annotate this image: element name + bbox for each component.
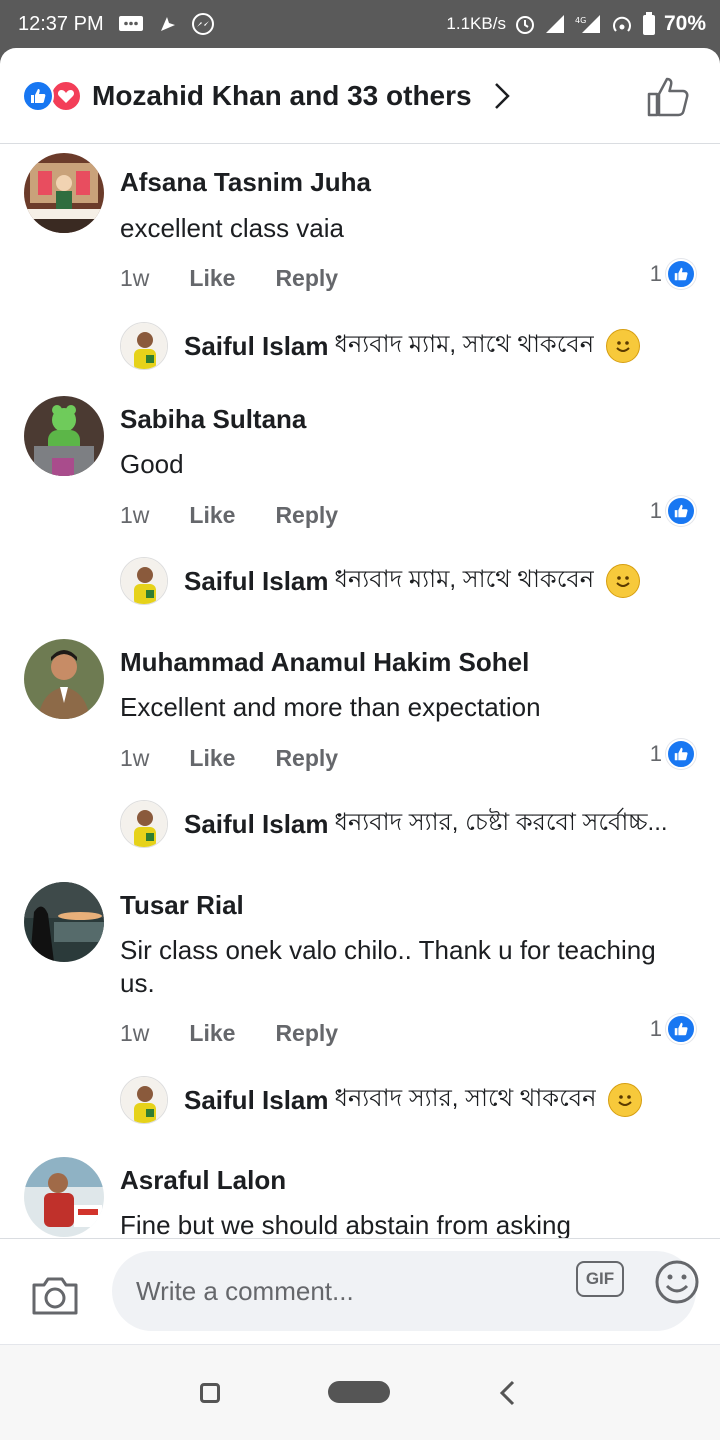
comment-actions: 1w Like Reply [120, 265, 338, 292]
gif-button[interactable]: GIF [576, 1261, 624, 1297]
reply-comment-button[interactable]: Reply [275, 265, 338, 292]
commenter-name[interactable]: Afsana Tasnim Juha [120, 167, 371, 198]
like-count-value: 1 [649, 1016, 662, 1041]
reply-author-name[interactable]: Saiful Islam [184, 566, 329, 597]
network-speed: 1.1KB/s [446, 14, 506, 33]
like-comment-button[interactable]: Like [189, 502, 235, 529]
status-time: 12:37 PM [18, 12, 104, 35]
like-post-button[interactable] [646, 76, 690, 123]
reply-text: ধন্যবাদ স্যার, চেষ্টা করবো সর্বোচ্চ... [334, 809, 668, 836]
comment-input-placeholder: Write a comment... [136, 1275, 354, 1306]
reply-item: Saiful Islam ধন্যবাদ স্যার, চেষ্টা করবো … [120, 799, 700, 849]
comment-time: 1w [120, 1020, 150, 1046]
like-comment-button[interactable]: Like [189, 265, 235, 292]
smiley-emoji-icon [606, 329, 641, 363]
smiley-emoji-icon [608, 1083, 643, 1117]
reply-item: Saiful Islam ধন্যবাদ ম্যাম, সাথে থাকবেন [120, 556, 700, 606]
comment-composer: Write a comment... GIF [0, 1238, 720, 1344]
comment-time: 1w [120, 502, 150, 528]
send-notification-icon [158, 14, 178, 34]
comments-list: Afsana Tasnim Juha excellent class vaia … [0, 145, 720, 1238]
like-badge-icon [666, 1014, 696, 1044]
reply-text: ধন্যবাদ ম্যাম, সাথে থাকবেন [334, 331, 595, 358]
avatar[interactable] [24, 153, 104, 233]
comment-actions: 1w Like Reply [120, 745, 338, 772]
reply-text: ধন্যবাদ ম্যাম, সাথে থাকবেন [334, 566, 595, 593]
reply-comment-button[interactable]: Reply [275, 502, 338, 529]
love-reaction-icon [50, 79, 82, 112]
reply-author-name[interactable]: Saiful Islam [184, 331, 329, 362]
commenter-name[interactable]: Muhammad Anamul Hakim Sohel [120, 647, 529, 678]
avatar[interactable] [24, 1157, 104, 1237]
like-badge-icon [666, 259, 696, 289]
like-count-value: 1 [649, 261, 662, 286]
reply-comment-button[interactable]: Reply [275, 1020, 338, 1047]
signal-4g-icon: 4G [574, 13, 602, 35]
reactions-summary[interactable]: Mozahid Khan and 33 others [0, 48, 720, 144]
camera-icon[interactable] [30, 1275, 80, 1322]
message-notification-icon [118, 14, 144, 34]
like-comment-button[interactable]: Like [189, 745, 235, 772]
reply-item: Saiful Islam ধন্যবাদ স্যার, সাথে থাকবেন [120, 1075, 700, 1125]
reply-author-name[interactable]: Saiful Islam [184, 1085, 329, 1116]
commenter-name[interactable]: Tusar Rial [120, 890, 244, 921]
emoji-picker-icon[interactable] [652, 1257, 702, 1312]
avatar[interactable] [120, 557, 168, 605]
messenger-icon [191, 13, 214, 35]
like-badge-icon [666, 496, 696, 526]
chevron-right-icon [492, 80, 512, 112]
avatar[interactable] [120, 322, 168, 370]
avatar[interactable] [120, 800, 168, 848]
reply-item: Saiful Islam ধন্যবাদ ম্যাম, সাথে থাকবেন [120, 321, 700, 371]
avatar[interactable] [120, 1076, 168, 1124]
like-badge-icon [666, 739, 696, 769]
like-reaction-icon [22, 79, 54, 112]
comment-text: excellent class vaia [120, 213, 344, 243]
avatar[interactable] [24, 639, 104, 719]
comment-like-count[interactable]: 1 [650, 496, 696, 526]
comment-text: Sir class onek valo chilo.. Thank u for … [120, 935, 656, 998]
battery-level: 70% [663, 12, 706, 35]
comment-text: Excellent and more than expectation [120, 692, 541, 722]
like-comment-button[interactable]: Like [189, 1020, 235, 1047]
comment-like-count[interactable]: 1 [650, 259, 696, 289]
svg-text:4G: 4G [575, 16, 586, 25]
reply-comment-button[interactable]: Reply [275, 745, 338, 772]
recents-button[interactable] [200, 1383, 220, 1403]
signal-icon [544, 13, 566, 35]
alarm-icon [514, 13, 536, 35]
hotspot-icon [610, 13, 634, 35]
back-icon[interactable] [496, 1379, 520, 1412]
like-count-value: 1 [649, 498, 662, 523]
comment-like-count[interactable]: 1 [650, 739, 696, 769]
commenter-name[interactable]: Sabiha Sultana [120, 404, 306, 435]
comment-time: 1w [120, 265, 150, 291]
commenter-name[interactable]: Asraful Lalon [120, 1165, 286, 1196]
status-bar: 12:37 PM 1.1KB/s 4G 70% [0, 0, 720, 48]
system-nav-bar [0, 1344, 720, 1440]
reactors-text: Mozahid Khan and 33 others [92, 79, 472, 111]
home-button[interactable] [328, 1381, 390, 1403]
avatar[interactable] [24, 396, 104, 476]
reply-author-name[interactable]: Saiful Islam [184, 809, 329, 840]
reply-text: ধন্যবাদ স্যার, সাথে থাকবেন [334, 1085, 597, 1112]
like-count-value: 1 [649, 741, 662, 766]
comment-actions: 1w Like Reply [120, 1020, 338, 1047]
comment-text: Fine but we should abstain from asking [120, 1210, 571, 1238]
comment-actions: 1w Like Reply [120, 502, 338, 529]
comments-sheet: Mozahid Khan and 33 others Afsana Tasnim… [0, 48, 720, 1344]
comment-like-count[interactable]: 1 [650, 1014, 696, 1044]
comment-text: Good [120, 449, 184, 479]
avatar[interactable] [24, 882, 104, 962]
smiley-emoji-icon [606, 564, 641, 598]
comment-time: 1w [120, 745, 150, 771]
battery-icon [642, 12, 656, 36]
